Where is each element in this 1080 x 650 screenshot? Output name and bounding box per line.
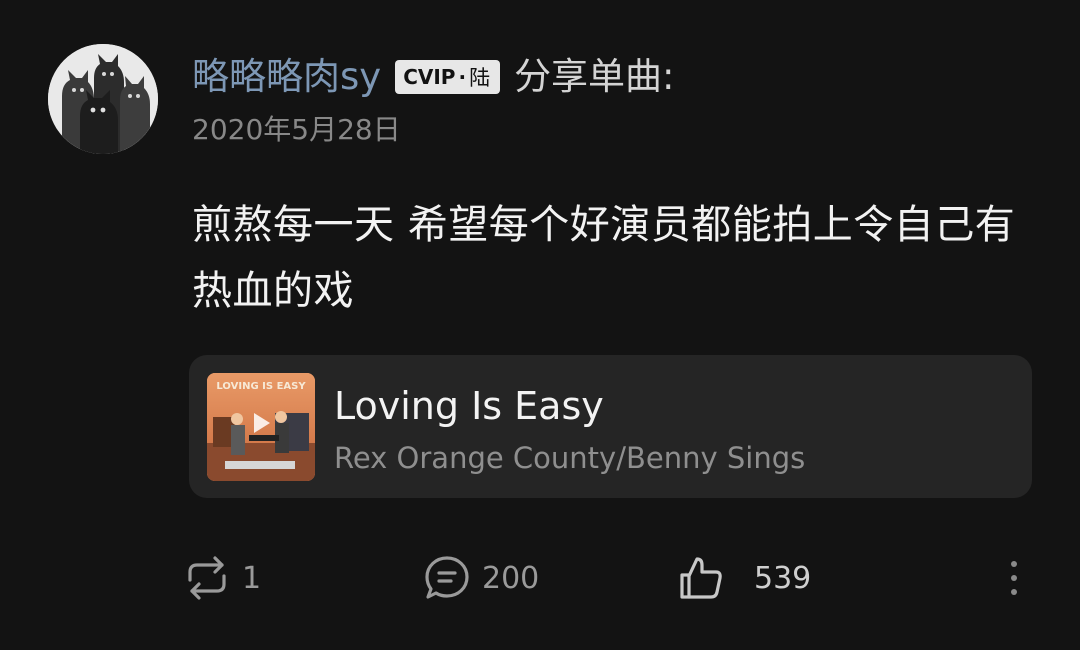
album-cover: LOVING IS EASY: [207, 373, 315, 481]
like-count: 539: [754, 560, 812, 596]
vip-badge[interactable]: CVIP · 陆: [395, 60, 501, 94]
thumbs-up-icon: [678, 555, 724, 601]
more-options-dot: [1011, 561, 1017, 567]
comment-icon: [424, 555, 470, 601]
song-artist: Rex Orange County/Benny Sings: [334, 441, 806, 475]
post-card: 略略略肉sy CVIP · 陆 分享单曲: 2020年5月28日 煎熬每一天 希…: [0, 0, 1080, 650]
repost-button[interactable]: 1: [184, 548, 261, 608]
more-options-button[interactable]: [1000, 552, 1028, 604]
share-label: 分享单曲:: [514, 55, 675, 98]
more-options-dot: [1011, 575, 1017, 581]
repost-icon: [184, 556, 230, 600]
post-content: 煎熬每一天 希望每个好演员都能拍上令自己有热血的戏: [192, 202, 1016, 314]
like-button[interactable]: 539: [678, 548, 811, 608]
vip-badge-text: CVIP: [403, 65, 456, 89]
album-cover-title: LOVING IS EASY: [216, 381, 306, 392]
vip-badge-separator: ·: [458, 65, 467, 89]
action-bar: 1 200 539: [0, 548, 1080, 608]
post-date: 2020年5月28日: [192, 113, 401, 146]
vip-badge-level: 陆: [469, 66, 491, 90]
repost-count: 1: [242, 560, 262, 596]
post-header: 略略略肉sy CVIP · 陆 分享单曲:: [192, 52, 675, 102]
more-options-dot: [1011, 589, 1017, 595]
comment-count: 200: [482, 560, 540, 596]
avatar[interactable]: [48, 44, 158, 154]
song-title: Loving Is Easy: [334, 384, 604, 428]
song-card[interactable]: LOVING IS EASY Loving Is Easy Rex Orange…: [189, 355, 1032, 498]
comment-button[interactable]: 200: [424, 548, 539, 608]
username[interactable]: 略略略肉sy: [192, 52, 381, 102]
